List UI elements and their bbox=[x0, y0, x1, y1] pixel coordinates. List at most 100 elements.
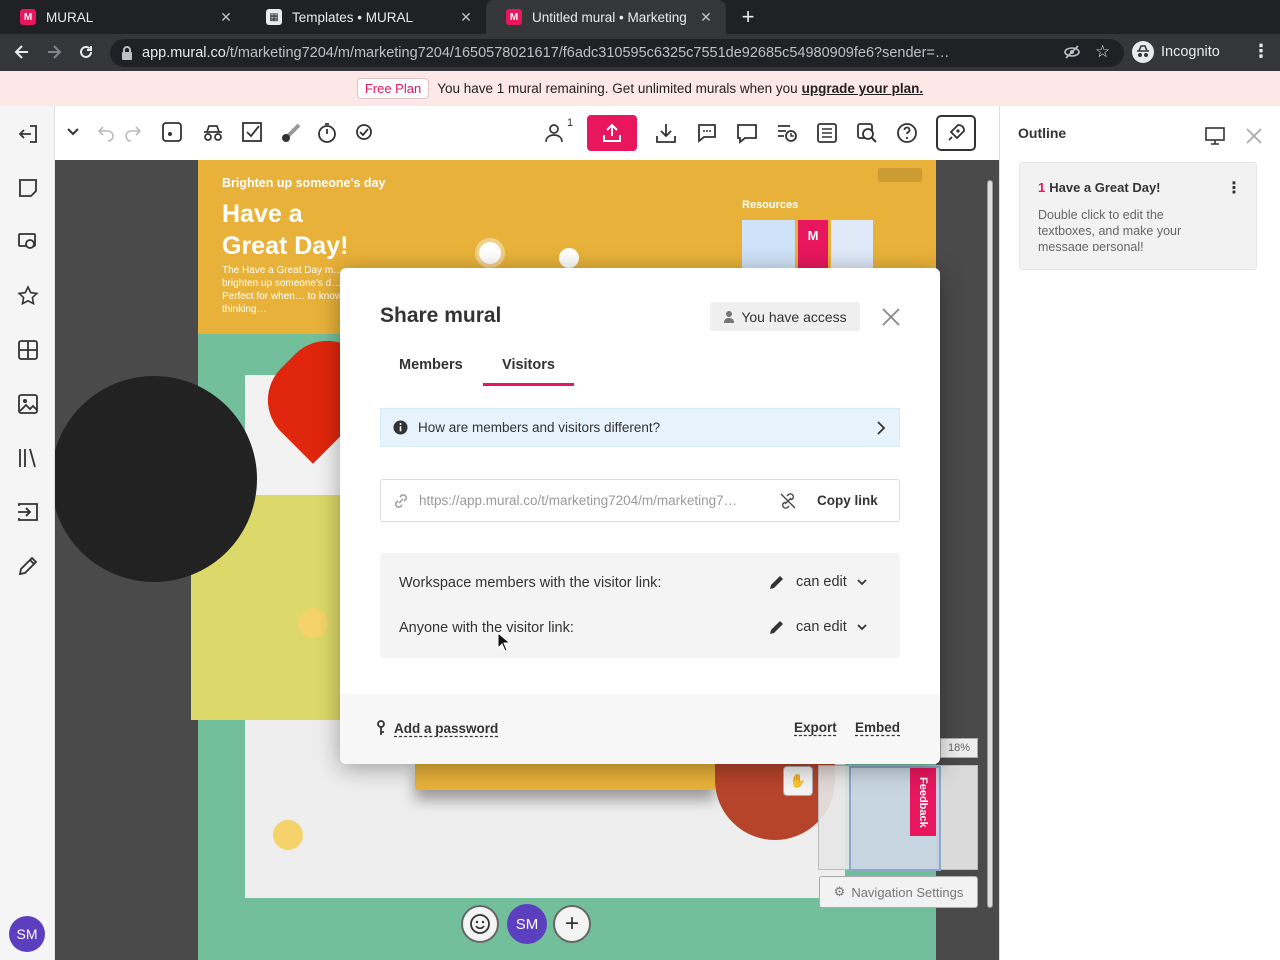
import-icon[interactable] bbox=[16, 500, 40, 524]
free-plan-banner: Free Plan You have 1 mural remaining. Ge… bbox=[0, 71, 1280, 106]
undo-icon[interactable] bbox=[95, 121, 119, 145]
export-button[interactable]: Export bbox=[794, 720, 837, 735]
user-avatar[interactable]: SM bbox=[9, 916, 45, 952]
info-icon bbox=[393, 420, 408, 435]
visitor-permissions: Workspace members with the visitor link:… bbox=[380, 553, 900, 658]
private-mode-icon[interactable] bbox=[201, 121, 225, 145]
forward-icon[interactable] bbox=[44, 42, 64, 62]
access-badge-label: You have access bbox=[741, 308, 847, 325]
upgrade-plan-link[interactable]: upgrade your plan. bbox=[802, 81, 924, 96]
access-badge: You have access bbox=[710, 302, 860, 331]
visitor-link-field: Copy link bbox=[380, 479, 900, 522]
share-button[interactable] bbox=[587, 115, 637, 151]
link-icon bbox=[393, 493, 409, 509]
permission-dropdown[interactable]: can edit bbox=[768, 618, 867, 636]
mural-favicon-icon: M bbox=[506, 9, 522, 25]
url-host: app.mural.co bbox=[142, 45, 226, 61]
lock-icon bbox=[120, 45, 134, 61]
add-password-label: Add a password bbox=[394, 720, 499, 736]
permission-dropdown[interactable]: can edit bbox=[768, 573, 867, 591]
browser-tab-bar: M MURAL ✕ ▦ Templates • MURAL ✕ M Untitl… bbox=[0, 0, 1280, 34]
close-tab-icon[interactable]: ✕ bbox=[698, 9, 714, 25]
exit-mural-icon[interactable] bbox=[16, 122, 40, 146]
browser-tab-templates[interactable]: ▦ Templates • MURAL ✕ bbox=[246, 0, 486, 34]
info-text: How are members and visitors different? bbox=[418, 420, 661, 435]
sticky-note-icon[interactable] bbox=[16, 176, 40, 200]
tab-title: Templates • MURAL bbox=[292, 9, 414, 25]
mouse-cursor-icon bbox=[497, 632, 511, 652]
frameworks-grid-icon[interactable] bbox=[16, 338, 40, 362]
image-icon[interactable] bbox=[16, 392, 40, 416]
copy-link-button[interactable]: Copy link bbox=[817, 493, 878, 508]
help-icon[interactable] bbox=[895, 121, 919, 145]
outline-item-body: Double click to edit the textboxes, and … bbox=[1038, 208, 1182, 251]
permission-value: can edit bbox=[796, 619, 847, 635]
chevron-down-icon bbox=[857, 623, 867, 631]
dialog-title: Share mural bbox=[380, 304, 502, 327]
tab-title: Untitled mural • Marketing bbox=[532, 9, 687, 25]
embed-button[interactable]: Embed bbox=[855, 720, 900, 735]
close-outline-icon[interactable] bbox=[1244, 126, 1264, 146]
chat-icon[interactable] bbox=[695, 121, 719, 145]
close-tab-icon[interactable]: ✕ bbox=[458, 9, 474, 25]
activity-icon[interactable] bbox=[775, 121, 799, 145]
menu-chevron-down-icon[interactable] bbox=[65, 123, 89, 147]
address-bar[interactable]: app.mural.co/t/marketing7204/m/marketing… bbox=[110, 39, 1124, 67]
chevron-down-icon bbox=[857, 578, 867, 586]
draw-pencil-icon[interactable] bbox=[16, 554, 40, 578]
tab-visitors[interactable]: Visitors bbox=[483, 356, 574, 386]
outline-item[interactable]: 1 Have a Great Day! ⋮ Double click to edi… bbox=[1019, 162, 1257, 270]
members-visitors-info[interactable]: How are members and visitors different? bbox=[380, 408, 900, 447]
pencil-icon bbox=[768, 573, 786, 591]
permission-value: can edit bbox=[796, 574, 847, 590]
back-icon[interactable] bbox=[12, 42, 32, 62]
voting-icon[interactable] bbox=[241, 121, 265, 145]
bookmark-star-icon[interactable]: ☆ bbox=[1095, 42, 1110, 62]
tab-members[interactable]: Members bbox=[380, 356, 490, 386]
key-icon bbox=[376, 720, 386, 736]
templates-favicon-icon: ▦ bbox=[266, 9, 282, 25]
reset-link-icon[interactable] bbox=[779, 492, 797, 510]
timer-icon[interactable] bbox=[315, 121, 339, 145]
library-icon[interactable] bbox=[16, 446, 40, 470]
new-tab-icon[interactable]: + bbox=[737, 6, 759, 28]
reload-icon[interactable] bbox=[76, 42, 96, 62]
outline-panel: Outline 1 Have a Great Day! ⋮ Double clic… bbox=[999, 106, 1280, 960]
outline-tool-icon[interactable] bbox=[161, 121, 185, 145]
browser-tab-mural[interactable]: M MURAL ✕ bbox=[0, 0, 246, 34]
visitor-link-input[interactable] bbox=[419, 493, 769, 508]
redo-icon[interactable] bbox=[122, 121, 146, 145]
favorites-star-icon[interactable] bbox=[16, 284, 40, 308]
plan-badge: Free Plan bbox=[356, 78, 430, 99]
add-password-button[interactable]: Add a password bbox=[376, 720, 498, 736]
pencil-icon bbox=[768, 618, 786, 636]
presentation-icon[interactable] bbox=[1204, 126, 1226, 146]
search-icon[interactable] bbox=[855, 121, 879, 145]
templates-icon[interactable] bbox=[16, 230, 40, 254]
celebrate-check-icon[interactable] bbox=[353, 121, 377, 145]
outline-item-more-icon[interactable]: ⋮ bbox=[1226, 178, 1242, 198]
outline-item-title: Have a Great Day! bbox=[1049, 180, 1161, 195]
profile-label: Incognito bbox=[1161, 44, 1220, 60]
rocket-icon bbox=[948, 124, 965, 141]
download-icon[interactable] bbox=[654, 121, 678, 145]
tab-title: MURAL bbox=[46, 9, 94, 25]
dialog-footer: Add a password Export Embed bbox=[340, 694, 940, 764]
close-dialog-icon[interactable] bbox=[881, 307, 901, 327]
banner-message: You have 1 mural remaining. Get unlimite… bbox=[437, 81, 798, 96]
laser-pointer-icon[interactable] bbox=[279, 121, 303, 145]
share-upload-icon bbox=[603, 123, 621, 142]
browser-menu-icon[interactable]: ⋮ bbox=[1252, 41, 1270, 62]
incognito-icon bbox=[1132, 41, 1154, 63]
outline-item-number: 1 bbox=[1038, 180, 1046, 195]
comments-icon[interactable] bbox=[735, 121, 759, 145]
collaborators-button[interactable]: 1 bbox=[543, 117, 577, 145]
launch-rocket-button[interactable] bbox=[936, 115, 976, 151]
incognito-profile[interactable]: Incognito bbox=[1132, 41, 1220, 63]
outline-item-header: 1 Have a Great Day! bbox=[1038, 180, 1161, 195]
outline-list-icon[interactable] bbox=[815, 121, 839, 145]
tracking-protection-icon[interactable] bbox=[1063, 43, 1081, 61]
share-mural-dialog: Share mural You have access Members Visi… bbox=[340, 268, 940, 764]
close-tab-icon[interactable]: ✕ bbox=[218, 9, 234, 25]
browser-tab-untitled-mural[interactable]: M Untitled mural • Marketing ✕ bbox=[486, 0, 726, 34]
